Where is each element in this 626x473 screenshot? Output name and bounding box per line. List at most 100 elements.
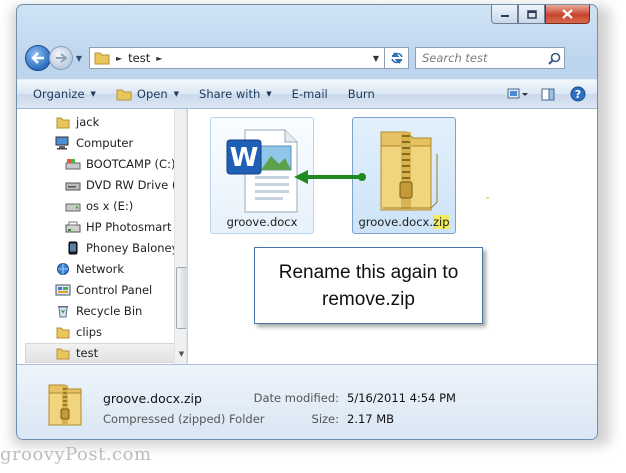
folder-icon xyxy=(116,88,132,101)
share-with-label: Share with xyxy=(199,87,261,101)
breadcrumb-test[interactable]: test xyxy=(128,51,150,65)
nav-item-label: clips xyxy=(76,325,103,339)
recent-pages-dropdown[interactable]: ▼ xyxy=(73,47,85,69)
svg-text:W: W xyxy=(230,143,259,173)
change-view-button[interactable] xyxy=(503,82,533,106)
nav-item-control-panel[interactable]: Control Panel xyxy=(55,280,152,300)
network-icon xyxy=(55,261,71,277)
control-panel-icon xyxy=(55,282,71,298)
explorer-window: ▼ ► test ► ▼ Search test Organize ▼ Open ▼ xyxy=(16,4,598,440)
file-name: groove.docx xyxy=(226,215,298,229)
maximize-button[interactable] xyxy=(518,5,545,24)
back-button[interactable] xyxy=(25,45,51,71)
zip-folder-icon xyxy=(380,131,438,211)
details-modified-label: Date modified: xyxy=(253,391,339,405)
details-size-label: Size: xyxy=(311,412,339,426)
address-row: ▼ ► test ► ▼ Search test xyxy=(25,43,595,73)
nav-item-label: BOOTCAMP (C:) xyxy=(86,157,176,171)
preview-pane-button[interactable] xyxy=(533,82,563,106)
nav-item-test[interactable]: test xyxy=(25,343,177,363)
arrow-right-icon xyxy=(56,53,67,63)
burn-button[interactable]: Burn xyxy=(338,82,385,106)
nav-item-label: Phoney Baloney xyxy=(86,241,179,255)
caption-buttons xyxy=(491,5,590,24)
breadcrumb-separator-icon[interactable]: ► xyxy=(116,54,122,63)
chevron-down-icon: ▼ xyxy=(266,90,272,98)
open-button[interactable]: Open ▼ xyxy=(106,82,189,106)
address-history-dropdown[interactable]: ▼ xyxy=(368,54,384,63)
email-label: E-mail xyxy=(291,87,328,101)
nav-item-jack[interactable]: jack xyxy=(55,112,99,132)
open-label: Open xyxy=(136,87,168,101)
chevron-down-icon: ▼ xyxy=(90,90,96,98)
annotation-callout: Rename this again to remove.zip xyxy=(254,247,483,324)
nav-item-clips[interactable]: clips xyxy=(55,322,102,342)
user-folder-icon xyxy=(55,114,71,130)
share-with-button[interactable]: Share with ▼ xyxy=(189,82,282,106)
chevron-down-icon: ▼ xyxy=(173,90,180,98)
nav-item-recycle-bin[interactable]: Recycle Bin xyxy=(55,301,142,321)
minimize-button[interactable] xyxy=(491,5,518,24)
nav-item-label: Computer xyxy=(76,136,134,150)
close-icon xyxy=(562,9,573,19)
details-size-value: 2.17 MB xyxy=(347,412,395,426)
maximize-icon xyxy=(526,9,537,19)
search-box[interactable]: Search test xyxy=(415,47,565,69)
help-icon: ? xyxy=(570,86,586,102)
view-icon xyxy=(507,88,528,99)
nav-item-osx-drive[interactable]: os x (E:) xyxy=(65,196,133,216)
nav-item-label: Control Panel xyxy=(76,283,153,297)
nav-item-label: Network xyxy=(76,262,125,276)
printer-device-icon xyxy=(65,219,81,235)
computer-icon xyxy=(55,135,71,151)
organize-label: Organize xyxy=(33,87,85,101)
search-icon[interactable] xyxy=(544,52,564,65)
details-modified-value: 5/16/2011 4:54 PM xyxy=(347,391,456,405)
scrollbar-thumb[interactable] xyxy=(176,267,186,329)
preview-pane-icon xyxy=(541,88,555,100)
drive-icon xyxy=(65,156,81,172)
folder-icon xyxy=(55,324,71,340)
nav-item-label: os x (E:) xyxy=(86,199,134,213)
close-button[interactable] xyxy=(545,5,590,24)
forward-button[interactable] xyxy=(49,46,73,70)
phone-icon xyxy=(65,240,81,256)
help-button[interactable]: ? xyxy=(563,82,593,106)
nav-item-dvd-drive[interactable]: DVD RW Drive (D xyxy=(65,175,185,195)
address-bar[interactable]: ► test ► ▼ xyxy=(89,47,385,69)
nav-item-hp-photosmart[interactable]: HP Photosmart C xyxy=(65,217,183,237)
burn-label: Burn xyxy=(347,87,375,101)
dvd-drive-icon xyxy=(65,177,81,193)
nav-item-computer[interactable]: Computer xyxy=(55,133,133,153)
nav-item-phoney-baloney[interactable]: Phoney Baloney xyxy=(65,238,178,258)
nav-item-network[interactable]: Network xyxy=(55,259,124,279)
organize-button[interactable]: Organize ▼ xyxy=(23,82,106,106)
arrow-left-icon xyxy=(31,52,44,64)
scroll-down-icon[interactable]: ▼ xyxy=(176,350,186,362)
nav-item-label: jack xyxy=(76,115,100,129)
nav-item-bootcamp[interactable]: BOOTCAMP (C:) xyxy=(65,154,175,174)
file-extension-highlight: zip xyxy=(432,215,450,229)
email-button[interactable]: E-mail xyxy=(282,82,338,106)
nav-item-label: test xyxy=(76,346,99,360)
watermark-text: groovyPost.com xyxy=(0,444,152,465)
svg-text:?: ? xyxy=(575,88,581,101)
zip-folder-icon xyxy=(48,384,82,426)
drive-icon xyxy=(65,198,81,214)
nav-item-label: DVD RW Drive (D xyxy=(86,178,186,192)
file-name: groove.docx.zip xyxy=(353,215,455,229)
breadcrumb-separator-icon[interactable]: ► xyxy=(156,54,162,63)
details-pane: groove.docx.zip Compressed (zipped) Fold… xyxy=(17,364,597,439)
recycle-bin-icon xyxy=(55,303,71,319)
file-list: W groove.docx groove.docx.zip Rename thi… xyxy=(188,109,597,364)
nav-item-label: HP Photosmart C xyxy=(86,220,184,234)
folder-icon xyxy=(55,345,71,361)
toolbar-right: ? xyxy=(503,82,593,106)
refresh-button[interactable] xyxy=(385,47,409,69)
details-file-name: groove.docx.zip xyxy=(103,391,202,406)
refresh-icon xyxy=(390,52,403,64)
command-bar: Organize ▼ Open ▼ Share with ▼ E-mail Burn … xyxy=(17,79,597,109)
nav-scrollbar[interactable]: ▼ xyxy=(174,109,186,364)
folder-icon xyxy=(94,52,110,65)
green-arrow-icon xyxy=(294,170,366,184)
